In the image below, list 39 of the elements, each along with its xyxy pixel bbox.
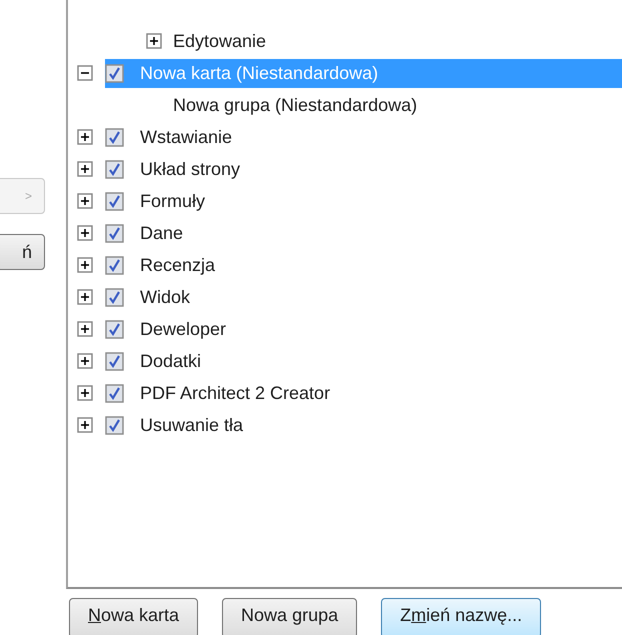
tree-item[interactable]: Formuły	[137, 186, 208, 216]
expand-icon[interactable]	[146, 33, 162, 49]
tree-item[interactable]: Usuwanie tła	[137, 410, 246, 440]
checkbox[interactable]	[105, 384, 124, 402]
tree-item[interactable]: Widok	[137, 282, 194, 312]
tree-item[interactable]: Recenzja	[137, 250, 218, 280]
collapse-icon[interactable]	[77, 65, 93, 81]
expand-icon[interactable]	[77, 161, 93, 177]
checkbox[interactable]	[105, 128, 124, 146]
checkbox[interactable]	[105, 256, 124, 274]
expand-icon[interactable]	[77, 417, 93, 433]
tree-item[interactable]: Dane	[137, 218, 186, 248]
expand-icon[interactable]	[77, 193, 93, 209]
tree-item[interactable]: Dodatki	[137, 346, 204, 376]
checkbox[interactable]	[105, 64, 124, 82]
action-button[interactable]: Nowa karta	[69, 598, 198, 635]
expand-icon[interactable]	[77, 321, 93, 337]
checkbox[interactable]	[105, 224, 124, 242]
checkbox[interactable]	[105, 416, 124, 434]
checkbox[interactable]	[105, 288, 124, 306]
tree-item[interactable]: Wstawianie	[137, 122, 236, 152]
tree-item[interactable]: Edytowanie	[170, 26, 270, 56]
checkbox[interactable]	[105, 352, 124, 370]
tree-item[interactable]: PDF Architect 2 Creator	[137, 378, 334, 408]
expand-icon[interactable]	[77, 385, 93, 401]
checkbox[interactable]	[105, 160, 124, 178]
side-button[interactable]: ń	[0, 234, 45, 270]
action-button[interactable]: Zmień nazwę...	[381, 598, 542, 635]
expand-icon[interactable]	[77, 257, 93, 273]
tree-item[interactable]: Układ strony	[137, 154, 244, 184]
checkbox[interactable]	[105, 320, 124, 338]
action-button[interactable]: Nowa grupa	[222, 598, 358, 635]
expand-icon[interactable]	[77, 225, 93, 241]
tree-item[interactable]: Nowa grupa (Niestandardowa)	[170, 90, 420, 120]
expand-icon[interactable]	[77, 129, 93, 145]
tree-item[interactable]: Deweloper	[137, 314, 230, 344]
expand-icon[interactable]	[77, 353, 93, 369]
expand-icon[interactable]	[77, 289, 93, 305]
checkbox[interactable]	[105, 192, 124, 210]
